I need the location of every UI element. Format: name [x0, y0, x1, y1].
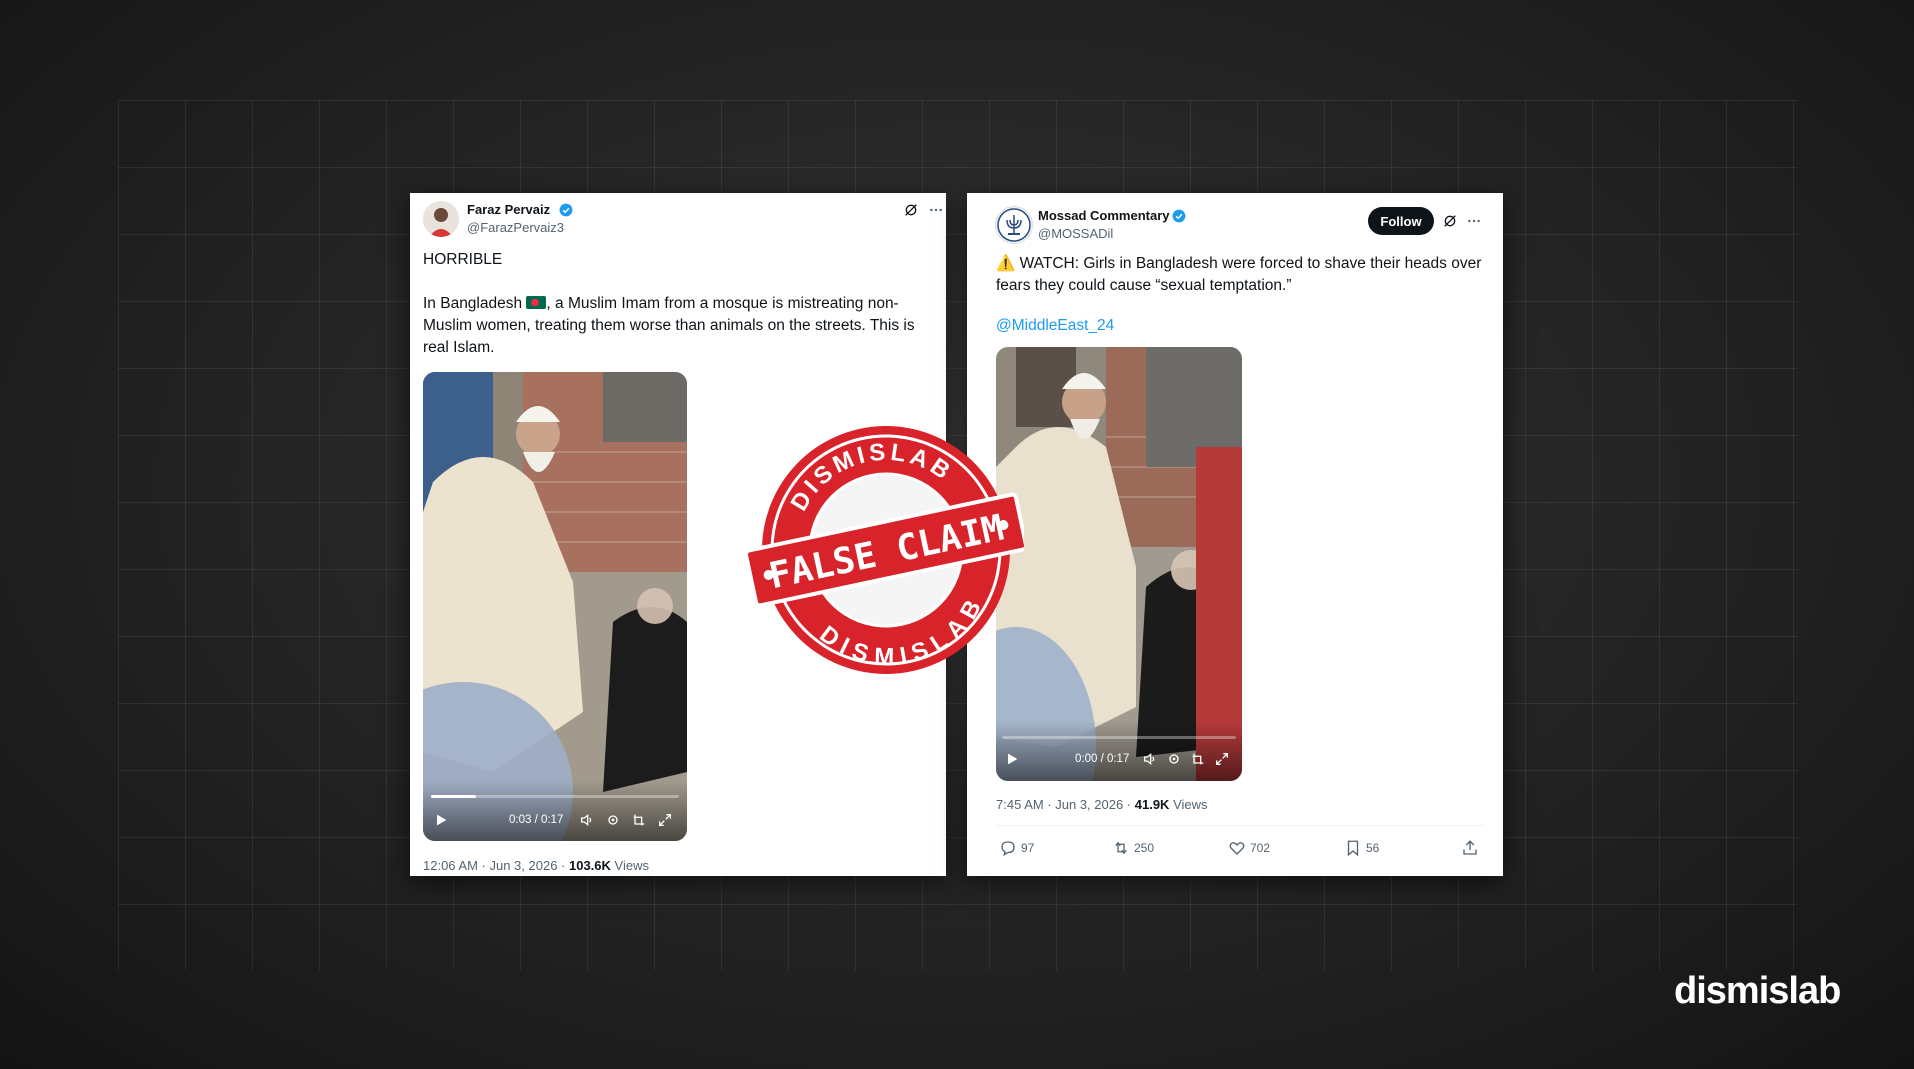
- play-icon[interactable]: [433, 812, 449, 828]
- author-handle[interactable]: @FarazPervaiz3: [467, 220, 564, 235]
- video-time: 0:03 / 0:17: [509, 814, 564, 826]
- tweet-card-mossad: Mossad Commentary @MOSSADil Follow ⚠️ WA…: [967, 193, 1503, 876]
- tweet-timestamp[interactable]: 7:45 AM · Jun 3, 2026 ·: [996, 797, 1135, 812]
- mention-link[interactable]: @MiddleEast_24: [996, 315, 1114, 337]
- divider: [995, 825, 1485, 826]
- settings-icon[interactable]: [1166, 751, 1182, 767]
- repost-button[interactable]: 250: [1112, 838, 1154, 858]
- author-name[interactable]: Faraz Pervaiz: [467, 202, 550, 217]
- video-frame: [996, 347, 1242, 781]
- tweet-timestamp[interactable]: 12:06 AM · Jun 3, 2026 ·: [423, 858, 569, 873]
- false-claim-stamp: DISMISLAB DISMISLAB FALSE CLAIM: [748, 423, 1024, 687]
- tweet-meta: 7:45 AM · Jun 3, 2026 · 41.9K Views: [996, 797, 1208, 812]
- video-progress-track[interactable]: [431, 795, 679, 798]
- follow-button[interactable]: Follow: [1368, 207, 1434, 235]
- video-frame: [423, 372, 687, 841]
- tweet-headline: HORRIBLE: [423, 251, 503, 268]
- pip-icon[interactable]: [631, 812, 647, 828]
- reply-count: 97: [1021, 841, 1035, 855]
- avatar[interactable]: [423, 201, 459, 237]
- bookmark-button[interactable]: 56: [1344, 838, 1379, 858]
- reply-button[interactable]: 97: [999, 838, 1034, 858]
- verified-badge-icon: [559, 203, 573, 217]
- video-time: 0:00 / 0:17: [1075, 753, 1130, 765]
- share-button[interactable]: [1461, 838, 1479, 858]
- more-options-icon[interactable]: [1466, 213, 1482, 229]
- tweet-video[interactable]: 0:00 / 0:17: [996, 347, 1242, 781]
- volume-icon[interactable]: [579, 812, 595, 828]
- view-count: 41.9K: [1134, 797, 1170, 812]
- grok-icon[interactable]: [903, 202, 919, 218]
- tweet-text-part-1: In Bangladesh: [423, 295, 523, 312]
- verified-badge-icon: [1172, 209, 1186, 223]
- view-count: 103.6K: [568, 858, 611, 873]
- tweet-text: ⚠️ WATCH: Girls in Bangladesh were force…: [996, 255, 1482, 294]
- volume-icon[interactable]: [1142, 751, 1158, 767]
- share-icon: [1463, 840, 1477, 855]
- video-controls: [423, 781, 687, 841]
- repost-count: 250: [1134, 841, 1155, 855]
- repost-icon: [1115, 841, 1127, 855]
- reply-icon: [1001, 841, 1015, 857]
- brand-logo: dismislab: [1674, 970, 1841, 1012]
- views-label: Views: [610, 858, 649, 873]
- play-icon[interactable]: [1004, 751, 1020, 767]
- bookmark-count: 56: [1366, 841, 1380, 855]
- avatar[interactable]: [995, 206, 1033, 244]
- heart-icon: [1229, 842, 1245, 855]
- tweet-text: In Bangladesh , a Muslim Imam from a mos…: [423, 293, 933, 359]
- tweet-meta: 12:06 AM · Jun 3, 2026 · 103.6K Views: [423, 858, 649, 873]
- views-label: Views: [1169, 797, 1208, 812]
- more-options-icon[interactable]: [928, 202, 944, 218]
- fullscreen-icon[interactable]: [1214, 751, 1230, 767]
- bangladesh-flag-icon: [526, 296, 547, 309]
- video-progress-track[interactable]: [1002, 736, 1236, 739]
- tweet-video[interactable]: 0:03 / 0:17: [423, 372, 687, 841]
- grok-icon[interactable]: [1442, 213, 1458, 229]
- like-button[interactable]: 702: [1228, 838, 1270, 858]
- settings-icon[interactable]: [605, 812, 621, 828]
- video-progress-fill: [431, 795, 476, 798]
- author-name[interactable]: Mossad Commentary: [1038, 208, 1169, 223]
- pip-icon[interactable]: [1190, 751, 1206, 767]
- like-count: 702: [1250, 841, 1271, 855]
- fullscreen-icon[interactable]: [657, 812, 673, 828]
- author-handle[interactable]: @MOSSADil: [1038, 226, 1113, 241]
- bookmark-icon: [1347, 840, 1359, 857]
